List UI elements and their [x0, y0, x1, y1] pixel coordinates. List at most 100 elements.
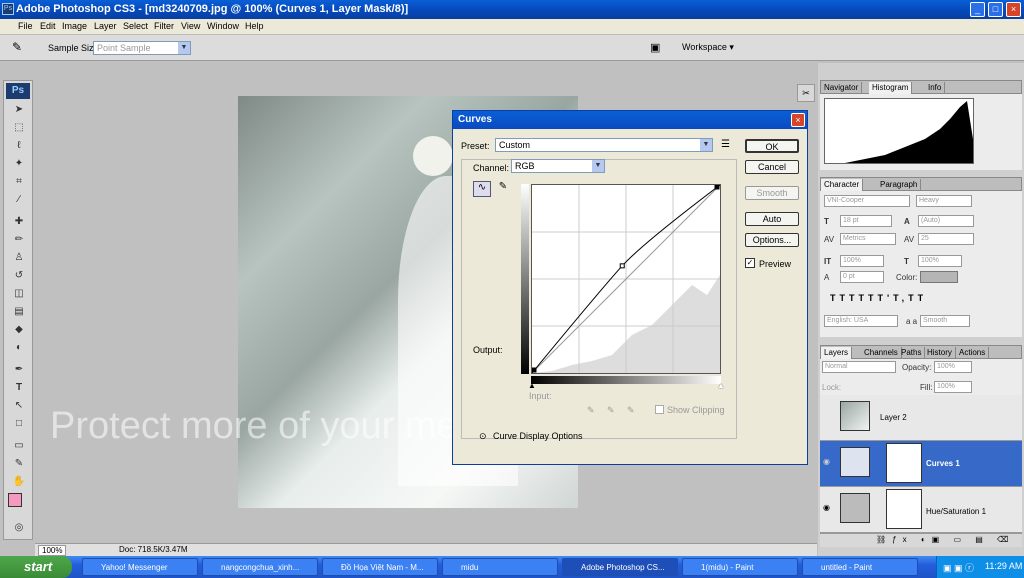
- tab-character[interactable]: Character: [821, 179, 864, 191]
- options-button[interactable]: Options...: [745, 233, 799, 247]
- notes-tool-icon[interactable]: ▭: [10, 439, 28, 453]
- healing-brush-icon[interactable]: ✚: [10, 215, 28, 229]
- dialog-close-button[interactable]: ×: [791, 113, 805, 127]
- history-brush-icon[interactable]: ↺: [10, 269, 28, 283]
- taskbar-item-paint-midu[interactable]: 1(midu) - Paint: [682, 558, 798, 576]
- tab-actions[interactable]: Actions: [956, 347, 990, 359]
- dodge-tool-icon[interactable]: ◐: [10, 341, 28, 355]
- language-select[interactable]: English: USA: [824, 315, 898, 327]
- curve-control-point[interactable]: [714, 184, 720, 190]
- minimize-button[interactable]: _: [970, 2, 985, 17]
- slice-tool-icon[interactable]: ∕: [10, 193, 28, 207]
- eyedropper-tool-icon[interactable]: ✎: [10, 457, 28, 471]
- baseline-field[interactable]: 0 pt: [840, 271, 884, 283]
- path-select-icon[interactable]: ↖: [10, 399, 28, 413]
- eye-icon[interactable]: ◉: [823, 503, 830, 512]
- lasso-tool-icon[interactable]: ℓ: [10, 139, 28, 153]
- tab-paths[interactable]: Paths: [898, 347, 926, 359]
- curve-control-point[interactable]: [619, 263, 625, 269]
- blend-mode-select[interactable]: Normal: [822, 361, 896, 373]
- workspace-menu[interactable]: Workspace ▾: [682, 42, 734, 53]
- type-tool-icon[interactable]: T: [10, 381, 28, 395]
- opacity-field[interactable]: 100%: [934, 361, 972, 373]
- menu-filter[interactable]: Filter: [154, 21, 174, 31]
- brush-tool-icon[interactable]: ✏: [10, 233, 28, 247]
- text-color-swatch[interactable]: [920, 271, 958, 283]
- quick-mask-icon[interactable]: ◎: [10, 521, 28, 535]
- curve-svg[interactable]: [531, 184, 721, 374]
- gradient-tool-icon[interactable]: ▤: [10, 305, 28, 319]
- leading-field[interactable]: (Auto): [918, 215, 974, 227]
- gray-eyedropper-icon[interactable]: ✎: [607, 405, 615, 416]
- preview-checkbox[interactable]: ✓: [745, 258, 755, 268]
- menu-select[interactable]: Select: [123, 21, 148, 31]
- marquee-tool-icon[interactable]: ⬚: [10, 121, 28, 135]
- foreground-color-swatch[interactable]: [8, 493, 22, 507]
- photoshop-app-icon[interactable]: Ps: [2, 3, 14, 15]
- layer-row-selected[interactable]: ◉ Curves 1: [820, 441, 1022, 487]
- taskbar-item-nangcongchua[interactable]: nangcongchua_xinh...: [202, 558, 318, 576]
- text-style-buttons[interactable]: TTTTTT'T,TT: [830, 293, 927, 303]
- tab-navigator[interactable]: Navigator: [821, 82, 863, 94]
- shape-tool-icon[interactable]: □: [10, 417, 28, 431]
- maximize-button[interactable]: □: [988, 2, 1003, 17]
- font-size-field[interactable]: 18 pt: [840, 215, 892, 227]
- menu-image[interactable]: Image: [62, 21, 87, 31]
- move-tool-icon[interactable]: ➤: [10, 103, 28, 117]
- close-window-button[interactable]: ×: [1006, 2, 1021, 17]
- ok-button[interactable]: OK: [745, 139, 799, 153]
- hand-tool-icon[interactable]: ✋: [10, 475, 28, 489]
- menu-layer[interactable]: Layer: [94, 21, 117, 31]
- taskbar-item-dohoa[interactable]: Đồ Họa Việt Nam - M...: [322, 558, 438, 576]
- clone-stamp-icon[interactable]: ♙: [10, 251, 28, 265]
- crop-tool-icon[interactable]: ⌗: [10, 175, 28, 189]
- vertical-scale-field[interactable]: 100%: [840, 255, 884, 267]
- layers-footer-buttons[interactable]: ⛓ƒx ◐▣ ▭ ▤ ⌫: [820, 533, 1022, 547]
- blur-tool-icon[interactable]: ◆: [10, 323, 28, 337]
- kerning-field[interactable]: Metrics: [840, 233, 896, 245]
- auto-button[interactable]: Auto: [745, 212, 799, 226]
- black-eyedropper-icon[interactable]: ✎: [587, 405, 595, 416]
- layer-row[interactable]: Layer 2: [820, 395, 1022, 441]
- menu-file[interactable]: File: [18, 21, 33, 31]
- menu-view[interactable]: View: [181, 21, 200, 31]
- curve-display-options[interactable]: Curve Display Options: [493, 431, 583, 441]
- black-point-slider[interactable]: ▲: [528, 381, 536, 390]
- white-eyedropper-icon[interactable]: ✎: [627, 405, 635, 416]
- taskbar-item-paint-untitled[interactable]: untitled - Paint: [802, 558, 918, 576]
- preset-select[interactable]: Custom ▼: [495, 138, 713, 152]
- taskbar-item-yahoo[interactable]: Yahoo! Messenger: [82, 558, 198, 576]
- show-clipping-checkbox[interactable]: [655, 405, 664, 414]
- start-button[interactable]: start: [0, 556, 72, 578]
- font-family-select[interactable]: VNI-Cooper: [824, 195, 910, 207]
- tool-presets-icon[interactable]: ✂: [797, 84, 815, 102]
- tracking-field[interactable]: 25: [918, 233, 974, 245]
- curve-edit-icon[interactable]: ∿: [473, 181, 491, 197]
- menu-help[interactable]: Help: [245, 21, 264, 31]
- antialias-select[interactable]: Smooth: [920, 315, 970, 327]
- white-point-slider[interactable]: ▲: [717, 381, 725, 390]
- menu-edit[interactable]: Edit: [40, 21, 56, 31]
- chevron-down-icon[interactable]: ⊙: [479, 431, 487, 442]
- eyedropper-icon[interactable]: ✎: [12, 40, 22, 54]
- menu-window[interactable]: Window: [207, 21, 239, 31]
- pencil-icon[interactable]: ✎: [495, 181, 511, 197]
- font-style-select[interactable]: Heavy: [916, 195, 972, 207]
- pen-tool-icon[interactable]: ✒: [10, 363, 28, 377]
- preset-options-icon[interactable]: ☰: [721, 139, 730, 150]
- taskbar-item-midu[interactable]: midu: [442, 558, 558, 576]
- curve-control-point[interactable]: [531, 367, 537, 373]
- eye-icon[interactable]: ◉: [823, 457, 830, 466]
- tab-history[interactable]: History: [924, 347, 956, 359]
- camera-icon[interactable]: ▣: [650, 41, 660, 54]
- tray-icons[interactable]: ▣ ▣ ⓡ: [943, 561, 974, 574]
- curves-graph[interactable]: [531, 184, 721, 374]
- tab-info[interactable]: Info: [925, 82, 946, 94]
- fill-field[interactable]: 100%: [934, 381, 972, 393]
- channel-select[interactable]: RGB ▼: [511, 159, 605, 173]
- layer-row[interactable]: ◉ Hue/Saturation 1: [820, 487, 1022, 533]
- tab-channels[interactable]: Channels: [861, 347, 902, 359]
- horizontal-scale-field[interactable]: 100%: [918, 255, 962, 267]
- tab-layers[interactable]: Layers: [821, 347, 853, 359]
- zoom-level[interactable]: 100%: [38, 545, 67, 556]
